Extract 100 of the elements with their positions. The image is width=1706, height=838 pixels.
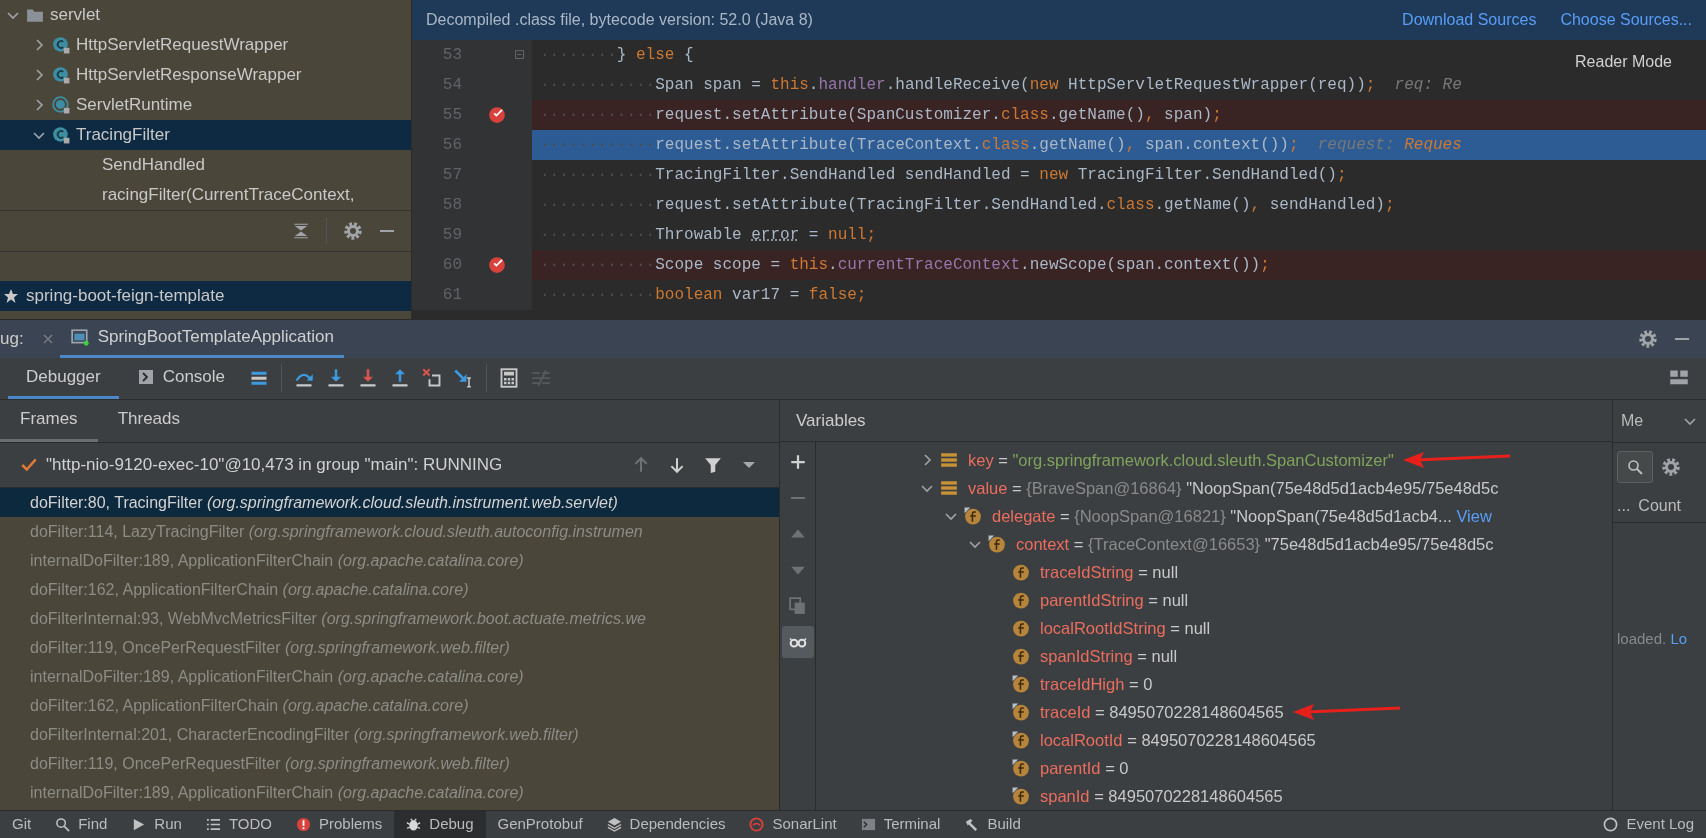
sonar-icon [749,817,765,832]
tool-window-button[interactable]: GenProtobuf [485,810,595,838]
memory-tab[interactable]: Me [1613,399,1706,443]
tool-window-button[interactable]: Dependencies [594,810,738,838]
stack-frame[interactable]: internalDoFilter:189, ApplicationFilterChain (org.apache.catalina.core) [0,777,779,807]
session-tab[interactable]: SpringBootTemplateApplication [59,319,344,358]
stack-frame[interactable]: doFilter:80, TracingFilter (org.springframework.cloud.sleuth.instrument.web.servlet) [0,487,779,517]
view-link[interactable]: View [1456,506,1492,525]
code-line: ········} else { [539,45,694,66]
field-icon [964,507,982,525]
tool-window-button[interactable]: Terminal [848,810,953,838]
list-icon [940,451,958,469]
class-icon [52,96,70,114]
variable-text: context = {TraceContext@16653} "75e48d5d1acb4e95/75e48d5c [1016,533,1494,555]
field-icon [1012,787,1030,805]
tool-window-button[interactable]: Find [43,810,120,838]
drop-frame-icon [422,368,443,389]
variable-text: key = "org.springframework.cloud.sleuth.SpanCustomizer" [968,449,1394,471]
tree-item[interactable]: servlet [0,0,411,30]
stack-frame[interactable]: doFilter:162, ApplicationFilterChain (org.apache.catalina.core) [0,574,779,604]
field-icon [1012,759,1030,777]
step-into-icon [326,368,347,389]
tree-item[interactable]: HttpServletRequestWrapper [0,30,411,60]
variable-text: parentId = 0 [1040,757,1129,779]
window-icon [69,328,90,347]
variable-text: parentIdString = null [1040,589,1189,611]
view-tab[interactable]: Debugger [8,357,119,400]
collapse-icon [292,222,310,240]
tree-item[interactable]: HttpServletResponseWrapper [0,60,411,90]
tool-window-button[interactable]: Git [0,810,44,838]
minimize-icon [1674,337,1690,340]
hammer-icon [964,817,980,832]
variable-text: traceIdHigh = 0 [1040,673,1153,695]
class-icon [52,36,70,54]
variable-text: traceIdString = null [1040,561,1179,583]
thread-selector[interactable]: "http-nio-9120-exec-10"@10,473 in group "main": RUNNING [46,451,503,478]
variable-text: spanId = 8495070228148604565 [1040,785,1283,807]
code-line: ············TracingFilter.SendHandled sendHandled = new TracingFilter.SendHandled(); [539,165,1347,186]
tool-window-button[interactable]: Run [119,810,194,838]
copy-icon [788,597,807,615]
terminal-icon [860,817,876,832]
banner-link[interactable]: Choose Sources... [1560,8,1692,32]
class-icon [52,126,70,144]
glasses-button[interactable] [781,626,814,658]
bug-icon [406,817,422,832]
project-root-item[interactable]: spring-boot-feign-template [0,280,411,311]
code-line: ············Span span = this.handler.handleReceive(new HttpServletRequestWrapper(req)); req: Re [539,75,1462,96]
load-link[interactable]: Lo [1670,629,1688,647]
stack-icon [606,817,622,832]
tool-window-button[interactable]: SonarLint [737,810,849,838]
tree-item[interactable]: racingFilter(CurrentTraceContext, [0,180,411,210]
settings-icon [1638,328,1658,349]
more-label: ... [1617,496,1631,517]
field-icon [1012,591,1030,609]
variable-text: localRootId = 8495070228148604565 [1040,729,1316,751]
stack-frame[interactable]: doFilterInternal:93, WebMvcMetricsFilter (org.springframework.boot.actuate.metrics.we [0,603,779,633]
stack-frame[interactable]: doFilter:119, OncePerRequestFilter (org.springframework.web.filter) [0,632,779,662]
stack-frame[interactable]: internalDoFilter:189, ApplicationFilterChain (org.apache.catalina.core) [0,545,779,575]
list-icon [940,479,958,497]
tool-window-button[interactable]: Debug [394,810,486,838]
stack-frame[interactable]: doFilter:162, ApplicationFilterChain (org.apache.catalina.core) [0,690,779,720]
minus-icon [789,497,806,499]
tool-window-button[interactable]: TODO [193,810,284,838]
pane-tab[interactable]: Frames [0,398,98,442]
search-icon [55,817,71,832]
pane-title: Variables [796,409,866,432]
search-field[interactable] [1617,450,1653,483]
code-line: ············request.setAttribute(TracingFilter.SendHandled.class.getName(), sendHandled); [539,195,1395,216]
list-icon [205,817,221,832]
stack-frame[interactable]: internalDoFilter:189, ApplicationFilterChain (org.apache.catalina.core) [0,661,779,691]
banner-link[interactable]: Download Sources [1402,8,1537,32]
stack-frame[interactable]: doFilter:114, LazyTracingFilter (org.springframework.cloud.sleuth.autoconfig.instrumen [0,516,779,546]
tree-item[interactable]: ServletRuntime [0,90,411,120]
class-icon [52,66,70,84]
field-icon [988,535,1006,553]
pane-tab[interactable]: Threads [97,398,200,442]
console-icon [136,368,155,385]
field-icon [1012,619,1030,637]
step-out-icon [390,368,411,389]
tool-window-button[interactable]: Problems [283,810,395,838]
code-line: ············boolean var17 = false; [539,285,867,306]
tool-window-button[interactable]: Event Log [1591,810,1706,838]
view-tab[interactable]: Console [118,357,244,400]
field-icon [1012,563,1030,581]
status-text: loaded. [1617,629,1667,647]
tool-window-button[interactable]: Build [952,810,1033,838]
minimize-icon [379,230,395,232]
down-arrow-icon [668,455,686,474]
run-icon [131,817,147,832]
star-icon [3,287,19,304]
debug-label: ug: [0,327,24,350]
tree-item[interactable]: SendHandled [0,150,411,180]
field-icon [1012,703,1030,721]
stack-frame[interactable]: doFilter:119, OncePerRequestFilter (org.springframework.web.filter) [0,748,779,778]
variable-text: spanIdString = null [1040,645,1178,667]
folder-icon [26,6,44,24]
tree-item[interactable]: TracingFilter [0,120,411,150]
stack-frame[interactable]: doFilterInternal:201, CharacterEncodingFilter (org.springframework.web.filter) [0,719,779,749]
column-header[interactable]: Count [1638,494,1682,519]
variable-text: delegate = {NoopSpan@16821} "NoopSpan(75e48d5d1acb4... View [992,505,1492,527]
